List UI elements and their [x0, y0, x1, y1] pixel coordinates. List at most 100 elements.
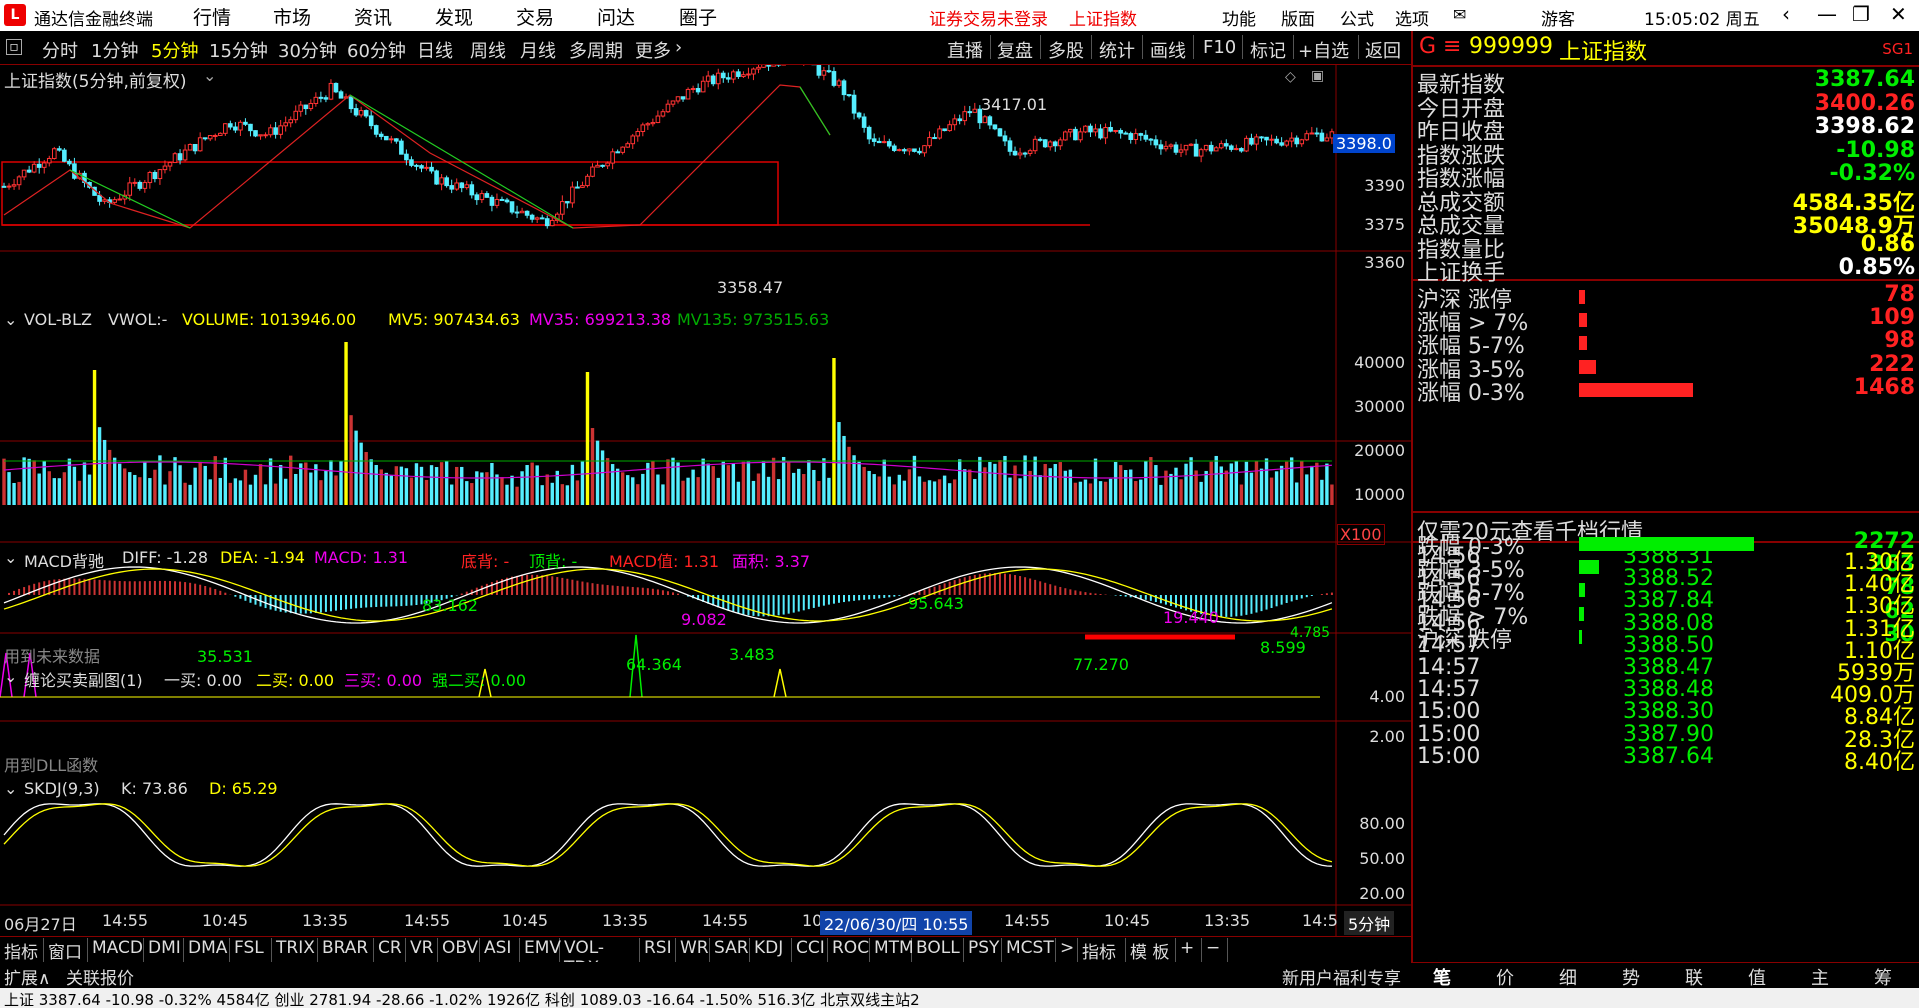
macd-circle-icon[interactable]: ⌄ [4, 548, 17, 567]
indicator-tab[interactable]: MTM [870, 938, 914, 962]
btn-zhibo[interactable]: 直播 [947, 37, 983, 63]
indicator-tab[interactable]: CCI [792, 938, 828, 962]
chart-area[interactable]: 上证指数(5分钟,前复权) ⌄ ◇ ▣ 3417.01 3358.47 3398… [0, 65, 1411, 965]
detail-tab[interactable]: 值 [1748, 964, 1766, 990]
indicator-tab[interactable]: CR [374, 938, 406, 962]
indicator-tab[interactable]: SAR [710, 938, 750, 962]
promo-tab[interactable]: 新用户福利专享 [1282, 964, 1401, 989]
period-week[interactable]: 周线 [470, 37, 506, 63]
menu-jiaoyi[interactable]: 交易 [516, 3, 554, 30]
indicator-tab[interactable]: ROC [828, 938, 870, 962]
period-5min[interactable]: 5分钟 [151, 37, 198, 63]
indicator-tab[interactable]: ASI [480, 938, 520, 962]
chevron-right-icon[interactable]: › [675, 37, 682, 58]
detail-tab[interactable]: 势 [1622, 964, 1640, 990]
axis-label: 3360 [1364, 253, 1405, 272]
volume-bar [615, 468, 620, 505]
menu-quanzi[interactable]: 圈子 [679, 3, 717, 30]
period-dropdown[interactable]: 5分钟 [1344, 911, 1395, 935]
btn-duogu[interactable]: 多股 [1048, 37, 1084, 63]
indicator-tab[interactable]: 窗口 [44, 938, 88, 963]
dropdown-circle-icon[interactable]: ⌄ [203, 66, 216, 85]
indicator-tab[interactable]: BRAR [318, 938, 374, 962]
detail-tab[interactable]: 价 [1496, 964, 1514, 990]
window-icon[interactable]: ▣ [1311, 68, 1324, 84]
indicator-tab[interactable]: DMI [144, 938, 184, 962]
period-30min[interactable]: 30分钟 [278, 37, 337, 63]
period-fenshi[interactable]: 分时 [42, 37, 78, 63]
detail-tab[interactable]: 联 [1685, 964, 1703, 990]
minimize-icon[interactable]: — [1817, 2, 1837, 26]
indicator-tab[interactable]: VOL-TDX [560, 938, 640, 978]
btn-f10[interactable]: F10 [1203, 37, 1236, 58]
indicator-tab[interactable]: > [1056, 938, 1078, 962]
toggle-panel-icon[interactable]: ▫ [6, 39, 22, 55]
related-quote-tab[interactable]: 关联报价 [66, 964, 134, 989]
user-label[interactable]: 游客 [1541, 5, 1575, 30]
indicator-tab[interactable]: 指标B [1078, 938, 1126, 983]
close-icon[interactable]: ✕ [1890, 2, 1907, 26]
indicator-tab[interactable]: PSY [964, 938, 1002, 962]
macd-name[interactable]: MACD背驰 [24, 548, 104, 572]
period-day[interactable]: 日线 [417, 37, 453, 63]
chan-name[interactable]: 缠论买卖副图(1) [24, 667, 143, 691]
indicator-tab[interactable]: + [1176, 938, 1202, 962]
indicator-tab[interactable]: KDJ [750, 938, 792, 962]
detail-tab[interactable]: 筹 [1874, 964, 1892, 990]
kline-chart-svg[interactable] [0, 65, 1411, 965]
candle [137, 181, 143, 189]
kdj-name[interactable]: SKDJ(9,3) [24, 779, 100, 798]
indicator-tab[interactable]: TRIX [272, 938, 318, 962]
period-multi[interactable]: 多周期 [569, 37, 623, 63]
indicator-tab[interactable]: WR [676, 938, 710, 962]
kdj-circle-icon[interactable]: ⌄ [4, 779, 17, 798]
indicator-tab[interactable]: 指标A [0, 938, 44, 983]
login-notice[interactable]: 证券交易未登录 [929, 5, 1048, 30]
btn-fanhui[interactable]: 返回 [1365, 37, 1401, 63]
indicator-tab[interactable]: EMV [520, 938, 561, 962]
menu-wenda[interactable]: 问达 [597, 3, 635, 30]
btn-zixuan[interactable]: +自选 [1298, 37, 1349, 63]
vol-name[interactable]: VOL-BLZ [24, 310, 92, 329]
g-icon[interactable]: G [1419, 34, 1436, 59]
menu-xuanxiang[interactable]: 选项 [1395, 5, 1429, 30]
period-more[interactable]: 更多 [635, 37, 671, 63]
menu-lines-icon[interactable]: ≡ [1443, 34, 1461, 59]
indicator-tab[interactable]: OBV [438, 938, 480, 962]
menu-shichang[interactable]: 市场 [273, 3, 311, 30]
menu-hangqing[interactable]: 行情 [193, 3, 231, 30]
btn-huaxian[interactable]: 画线 [1150, 37, 1186, 63]
period-month[interactable]: 月线 [520, 37, 556, 63]
chan-circle-icon[interactable]: ⌄ [4, 667, 17, 686]
indicator-tab[interactable]: MACD [88, 938, 144, 962]
detail-tab[interactable]: 笔 [1433, 964, 1451, 990]
indicator-tab[interactable]: 模 板 [1126, 938, 1176, 963]
expand-button[interactable]: 扩展∧ [4, 964, 50, 989]
menu-gongneng[interactable]: 功能 [1222, 5, 1256, 30]
detail-tab[interactable]: 主 [1811, 964, 1829, 990]
mail-icon[interactable]: ✉ [1453, 5, 1466, 24]
btn-biaoji[interactable]: 标记 [1250, 37, 1286, 63]
indicator-tab[interactable]: DMA [184, 938, 230, 962]
indicator-tab[interactable]: VR [406, 938, 438, 962]
indicator-tab[interactable]: RSI [640, 938, 676, 962]
vol-circle-icon[interactable]: ⌄ [4, 310, 17, 329]
period-60min[interactable]: 60分钟 [347, 37, 406, 63]
period-15min[interactable]: 15分钟 [209, 37, 268, 63]
indicator-tab[interactable]: FSL [230, 938, 272, 962]
restore-icon[interactable]: ❐ [1852, 2, 1870, 26]
diamond-icon[interactable]: ◇ [1285, 69, 1296, 85]
btn-fupan[interactable]: 复盘 [997, 37, 1033, 63]
btn-tongji[interactable]: 统计 [1099, 37, 1135, 63]
detail-tab[interactable]: 细 [1559, 964, 1577, 990]
indicator-tab[interactable]: BOLL [912, 938, 964, 962]
back-icon[interactable]: ‹ [1782, 2, 1790, 26]
indicator-tab[interactable]: MCST [1002, 938, 1056, 962]
menu-faxian[interactable]: 发现 [435, 3, 473, 30]
menu-gongshi[interactable]: 公式 [1340, 5, 1374, 30]
menu-zixun[interactable]: 资讯 [354, 3, 392, 30]
indicator-tab[interactable]: − [1202, 938, 1228, 962]
index-link[interactable]: 上证指数 [1069, 5, 1137, 30]
menu-banmian[interactable]: 版面 [1281, 5, 1315, 30]
period-1min[interactable]: 1分钟 [91, 37, 138, 63]
